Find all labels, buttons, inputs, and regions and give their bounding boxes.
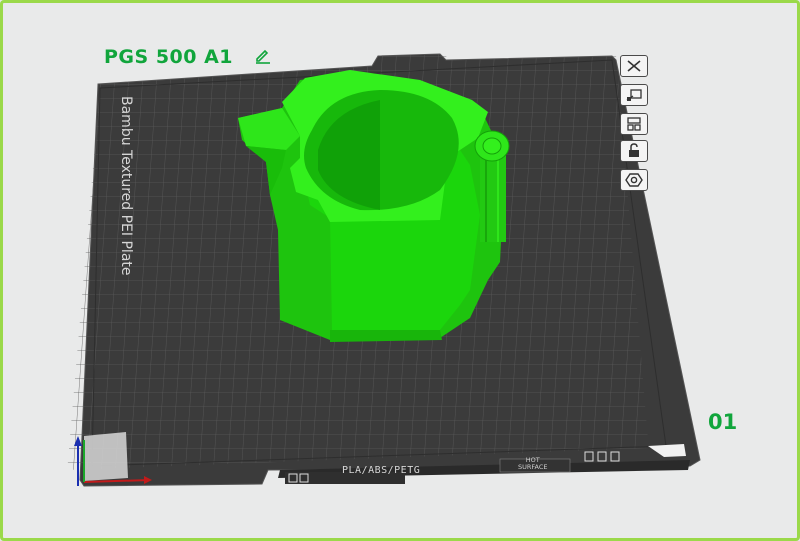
auto-orient-button[interactable]: [620, 84, 648, 106]
close-plate-icon: [627, 60, 641, 72]
plate-settings-icon: [625, 173, 643, 187]
plate-type-label: Bambu Textured PEI Plate: [118, 96, 134, 276]
lock-icon: [629, 143, 639, 157]
plate-number: 01: [708, 410, 738, 434]
plate-settings-button[interactable]: [620, 169, 648, 191]
lock-plate-button[interactable]: [620, 140, 648, 162]
arrange-icon: [627, 117, 641, 131]
hot-surface-line2: SURFACE: [518, 463, 548, 471]
filament-compat-label: PLA/ABS/PETG: [342, 465, 421, 476]
arrange-button[interactable]: [620, 113, 648, 135]
edit-plate-name-icon[interactable]: [254, 46, 272, 64]
hot-surface-label: HOT SURFACE: [518, 457, 548, 471]
auto-orient-icon: [626, 89, 642, 101]
close-plate-button[interactable]: [620, 55, 648, 77]
plate-title: PGS 500 A1: [104, 46, 234, 68]
origin-pad: [84, 432, 128, 481]
